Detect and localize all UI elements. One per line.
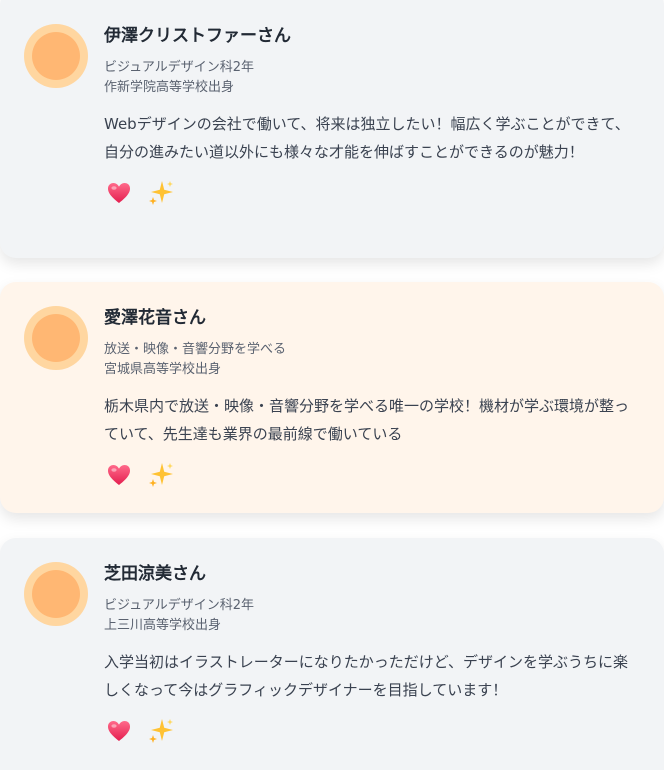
heart-icon[interactable] [104, 460, 134, 490]
sparkles-icon[interactable] [146, 460, 176, 490]
student-course: ビジュアルデザイン科2年 [104, 598, 254, 613]
sparkles-icon[interactable] [146, 178, 176, 208]
student-course: 放送・映像・音響分野を学べる [104, 342, 287, 357]
heart-icon[interactable] [104, 178, 134, 208]
testimonial-body: 伊澤クリストファーさん ビジュアルデザイン科2年 作新学院高等学校出身 Webデ… [104, 24, 638, 210]
sparkles-icon[interactable] [146, 716, 176, 746]
student-name: 芝田涼美さん [104, 564, 206, 584]
student-meta: 放送・映像・音響分野を学べる 宮城県高等学校出身 [104, 340, 638, 380]
testimonial-card: 芝田涼美さん ビジュアルデザイン科2年 上三川高等学校出身 入学当初はイラストレ… [0, 538, 664, 770]
student-course: ビジュアルデザイン科2年 [104, 60, 254, 75]
student-meta: ビジュアルデザイン科2年 作新学院高等学校出身 [104, 58, 638, 98]
testimonial-comment: Webデザインの会社で働いて、将来は独立したい！幅広く学ぶことができて、自分の進… [104, 115, 630, 161]
testimonial-list: 伊澤クリストファーさん ビジュアルデザイン科2年 作新学院高等学校出身 Webデ… [0, 0, 664, 770]
reaction-bar [104, 458, 638, 492]
reaction-bar [104, 176, 638, 210]
testimonial-card: 伊澤クリストファーさん ビジュアルデザイン科2年 作新学院高等学校出身 Webデ… [0, 0, 664, 258]
student-name: 愛澤花音さん [104, 308, 206, 328]
student-school: 上三川高等学校出身 [104, 618, 222, 633]
student-name: 伊澤クリストファーさん [104, 26, 291, 46]
testimonial-card: 愛澤花音さん 放送・映像・音響分野を学べる 宮城県高等学校出身 栃木県内で放送・… [0, 282, 664, 513]
avatar [24, 24, 88, 88]
student-school: 作新学院高等学校出身 [104, 80, 235, 95]
reaction-bar [104, 714, 638, 748]
avatar [24, 306, 88, 370]
student-school: 宮城県高等学校出身 [104, 362, 222, 377]
testimonial-comment: 入学当初はイラストレーターになりたかっただけど、デザインを学ぶうちに楽しくなって… [104, 653, 628, 699]
heart-icon[interactable] [104, 716, 134, 746]
testimonial-comment: 栃木県内で放送・映像・音響分野を学べる唯一の学校！機材が学ぶ環境が整っていて、先… [104, 397, 630, 443]
avatar [24, 562, 88, 626]
testimonial-body: 芝田涼美さん ビジュアルデザイン科2年 上三川高等学校出身 入学当初はイラストレ… [104, 562, 638, 748]
student-meta: ビジュアルデザイン科2年 上三川高等学校出身 [104, 596, 638, 636]
testimonial-body: 愛澤花音さん 放送・映像・音響分野を学べる 宮城県高等学校出身 栃木県内で放送・… [104, 306, 638, 492]
